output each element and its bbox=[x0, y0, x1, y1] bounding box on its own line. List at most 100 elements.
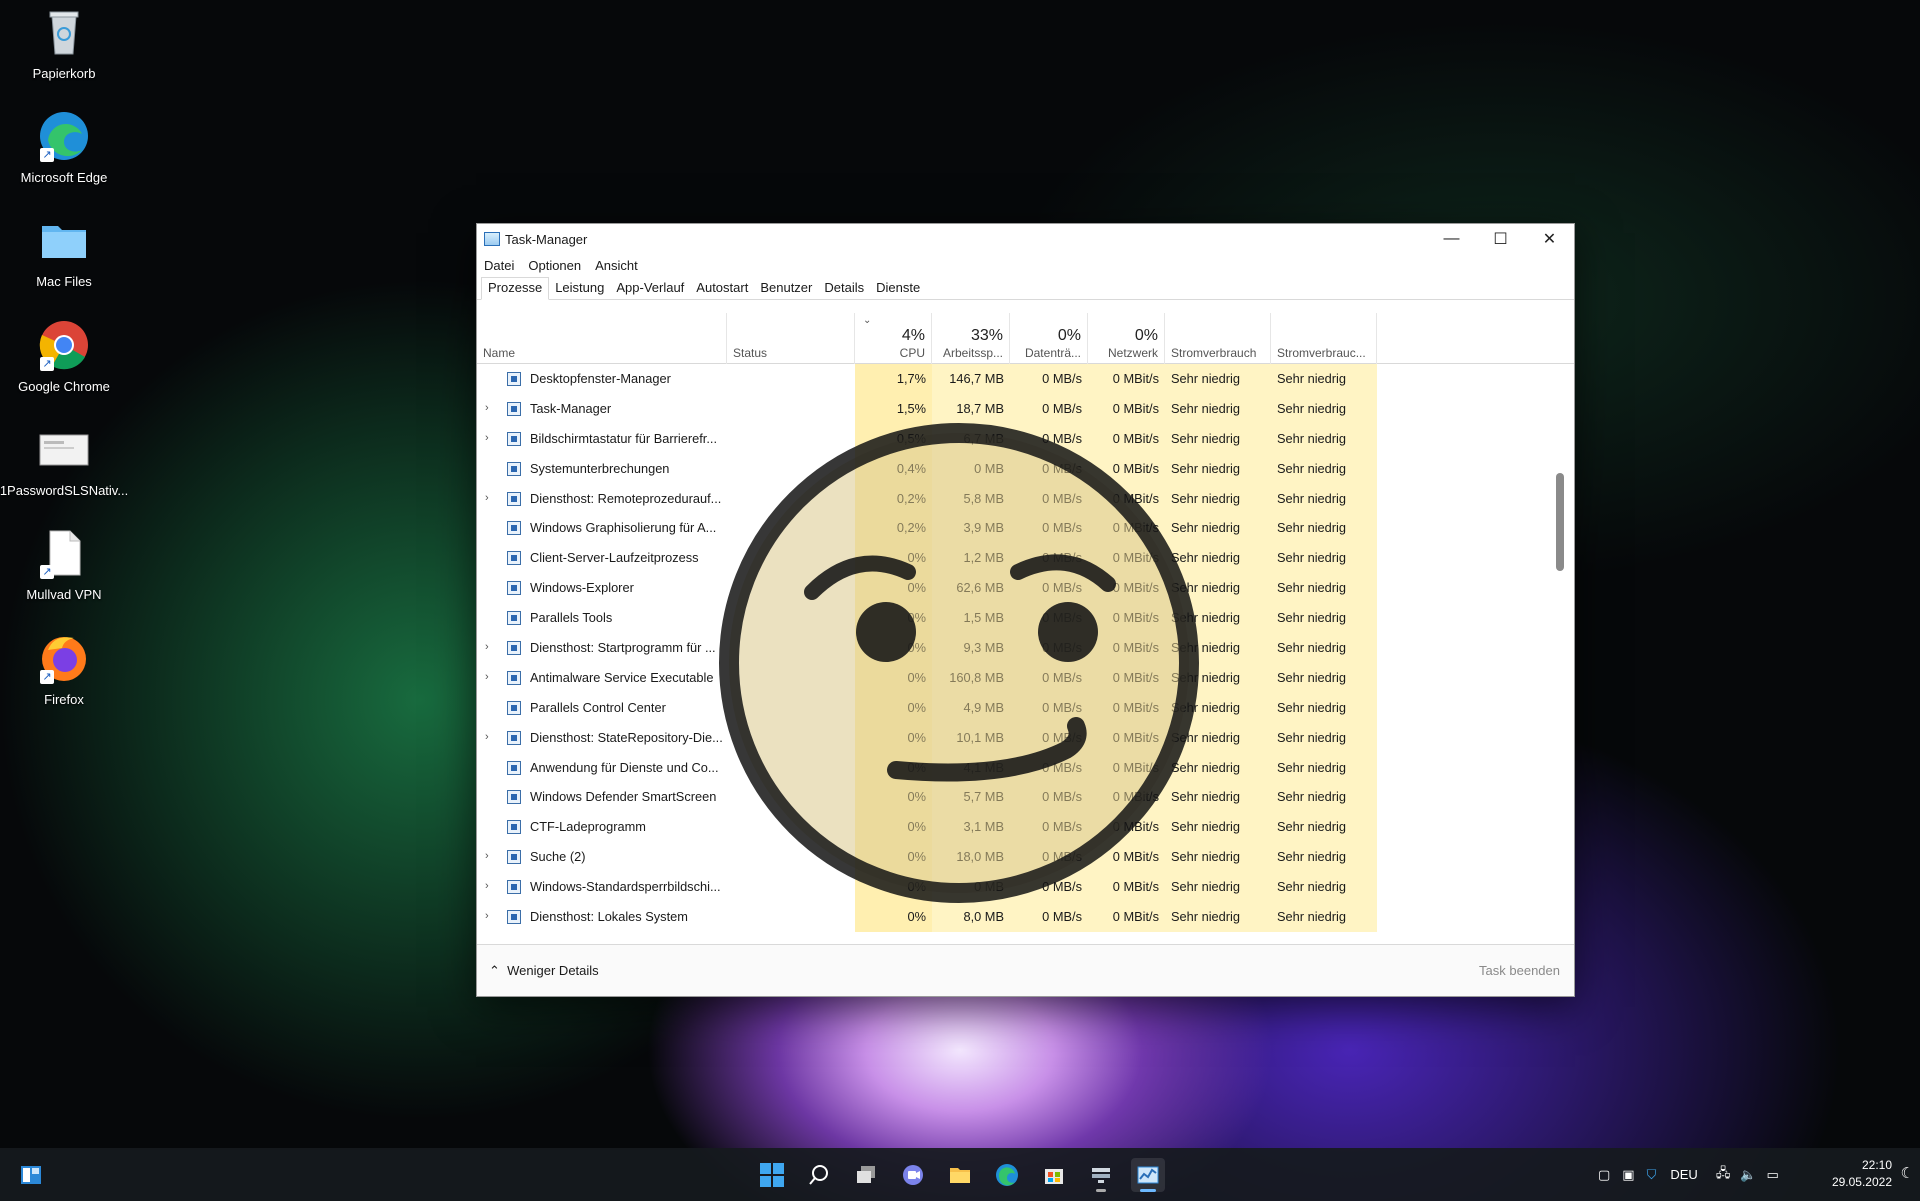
tab-prozesse[interactable]: Prozesse bbox=[481, 277, 550, 300]
column-header-power-trend[interactable]: Stromverbrauc... bbox=[1271, 313, 1377, 364]
desktop-icon-mac-files[interactable]: Mac Files bbox=[4, 208, 124, 308]
widgets-icon[interactable] bbox=[14, 1158, 48, 1192]
battery-icon[interactable]: ▭ bbox=[1767, 1167, 1779, 1183]
tab-autostart[interactable]: Autostart bbox=[690, 280, 754, 299]
menu-ansicht[interactable]: Ansicht bbox=[595, 258, 638, 273]
minimize-button[interactable]: — bbox=[1427, 224, 1476, 254]
column-header-power[interactable]: Stromverbrauch bbox=[1165, 313, 1271, 364]
expand-chevron-icon[interactable]: › bbox=[485, 902, 497, 932]
parallels-icon[interactable] bbox=[1084, 1158, 1118, 1192]
process-icon bbox=[507, 700, 521, 715]
cell-cpu: 1,7% bbox=[855, 364, 932, 394]
column-header-status[interactable]: Status bbox=[727, 313, 855, 364]
table-row[interactable]: Windows Graphisolierung für A... 0,2% 3,9 … bbox=[477, 513, 1574, 544]
tab-app-verlauf[interactable]: App-Verlauf bbox=[610, 280, 690, 299]
language-indicator[interactable]: DEU bbox=[1670, 1167, 1697, 1182]
end-task-button[interactable]: Task beenden bbox=[1479, 963, 1560, 978]
expand-chevron-icon[interactable]: › bbox=[485, 723, 497, 753]
clock[interactable]: 22:10 29.05.2022 bbox=[1832, 1157, 1892, 1191]
store-icon[interactable] bbox=[1037, 1158, 1071, 1192]
network-icon[interactable]: 🖧 bbox=[1716, 1164, 1731, 1186]
cell-power-trend: Sehr niedrig bbox=[1271, 722, 1377, 753]
cell-cpu: 0% bbox=[855, 782, 932, 813]
expand-chevron-icon[interactable]: › bbox=[485, 394, 497, 424]
cell-power: Sehr niedrig bbox=[1165, 902, 1271, 932]
task-view-icon[interactable] bbox=[849, 1158, 883, 1192]
cell-process-name: Parallels Tools bbox=[530, 610, 613, 626]
focus-moon-icon[interactable]: ☾ bbox=[1901, 1164, 1914, 1182]
cell-disk: 0 MB/s bbox=[1010, 483, 1088, 514]
table-row[interactable]: › Diensthost: Remoteprozedurauf... 0,2% 5,8… bbox=[477, 483, 1574, 514]
cell-status bbox=[727, 872, 855, 902]
table-row[interactable]: Parallels Control Center 0% 4,9 MB 0 MB/s 0 … bbox=[477, 692, 1574, 723]
tab-benutzer[interactable]: Benutzer bbox=[754, 280, 818, 299]
cell-power: Sehr niedrig bbox=[1165, 633, 1271, 663]
file-explorer-icon[interactable] bbox=[943, 1158, 977, 1192]
desktop-icon-edge[interactable]: ↗ Microsoft Edge bbox=[4, 104, 124, 204]
edge-taskbar-icon[interactable] bbox=[990, 1158, 1024, 1192]
vertical-scrollbar[interactable] bbox=[1556, 473, 1564, 571]
process-icon bbox=[507, 910, 521, 925]
process-icon bbox=[507, 641, 521, 656]
tray-window-icon[interactable]: ▣ bbox=[1622, 1167, 1634, 1183]
tab-dienste[interactable]: Dienste bbox=[870, 280, 926, 299]
desktop-icon-mullvad[interactable]: ↗ Mullvad VPN bbox=[4, 521, 124, 621]
table-row[interactable]: Windows-Explorer 0% 62,6 MB 0 MB/s 0 MBit/s S… bbox=[477, 573, 1574, 604]
table-row[interactable]: CTF-Ladeprogramm 0% 3,1 MB 0 MB/s 0 MBit/s Se… bbox=[477, 812, 1574, 843]
desktop-icon-recycle-bin[interactable]: Papierkorb bbox=[4, 0, 124, 100]
process-icon bbox=[507, 521, 521, 536]
cell-disk: 0 MB/s bbox=[1010, 752, 1088, 783]
expand-chevron-icon[interactable]: › bbox=[485, 484, 497, 514]
table-row[interactable]: › Bildschirmtastatur für Barrierefr... 0,5… bbox=[477, 423, 1574, 454]
tab-leistung[interactable]: Leistung bbox=[549, 280, 610, 299]
expand-chevron-icon[interactable]: › bbox=[485, 842, 497, 872]
menu-optionen[interactable]: Optionen bbox=[528, 258, 581, 273]
task-manager-taskbar-icon[interactable] bbox=[1131, 1158, 1165, 1192]
table-row[interactable]: Parallels Tools 0% 1,5 MB 0 MB/s 0 MBit/s Seh… bbox=[477, 603, 1574, 634]
table-row[interactable]: › Task-Manager 1,5% 18,7 MB 0 MB/s 0 MBit/s Se… bbox=[477, 393, 1574, 424]
maximize-button[interactable]: ☐ bbox=[1476, 224, 1525, 254]
table-row[interactable]: Anwendung für Dienste und Co... 0% 4,1 MB 0… bbox=[477, 752, 1574, 783]
column-header-memory[interactable]: 33% Arbeitssp... bbox=[932, 313, 1010, 364]
expand-chevron-icon[interactable]: › bbox=[485, 872, 497, 902]
close-button[interactable]: ✕ bbox=[1525, 224, 1574, 254]
cell-power-trend: Sehr niedrig bbox=[1271, 842, 1377, 873]
table-row[interactable]: Systemunterbrechungen 0,4% 0 MB 0 MB/s 0 MBi… bbox=[477, 453, 1574, 484]
menu-datei[interactable]: Datei bbox=[484, 258, 514, 273]
column-header-name[interactable]: Name bbox=[477, 313, 727, 364]
column-label-cpu: CPU bbox=[899, 346, 925, 360]
expand-chevron-icon[interactable]: › bbox=[485, 663, 497, 693]
cell-process-name: Windows Defender SmartScreen bbox=[530, 789, 717, 805]
column-header-disk[interactable]: 0% Datenträ... bbox=[1010, 313, 1088, 364]
cell-status bbox=[727, 693, 855, 723]
table-row[interactable]: › Diensthost: StateRepository-Die... 0% 10,… bbox=[477, 722, 1574, 753]
column-header-network[interactable]: 0% Netzwerk bbox=[1088, 313, 1165, 364]
table-row[interactable]: › Antimalware Service Executable 0% 160,8 M… bbox=[477, 662, 1574, 693]
cell-status bbox=[727, 603, 855, 633]
less-details-button[interactable]: ⌃ Weniger Details bbox=[489, 963, 599, 979]
table-row[interactable]: › Diensthost: Startprogramm für ... 0% 9,3 … bbox=[477, 633, 1574, 663]
chat-icon[interactable] bbox=[896, 1158, 930, 1192]
desktop-icon-1password[interactable]: 1PasswordSLSNativ... bbox=[0, 417, 128, 517]
tab-details[interactable]: Details bbox=[818, 280, 870, 299]
table-row[interactable]: Windows Defender SmartScreen 0% 5,7 MB 0 MB… bbox=[477, 782, 1574, 813]
column-label-power-trend: Stromverbrauc... bbox=[1277, 346, 1366, 360]
column-header-cpu[interactable]: ⌄ 4% CPU bbox=[855, 313, 932, 364]
expand-chevron-icon[interactable]: › bbox=[485, 424, 497, 454]
expand-chevron-icon[interactable]: › bbox=[485, 633, 497, 663]
search-icon[interactable] bbox=[802, 1158, 836, 1192]
table-row[interactable]: Client-Server-Laufzeitprozess 0% 1,2 MB 0 M… bbox=[477, 543, 1574, 574]
volume-icon[interactable]: 🔈 bbox=[1740, 1167, 1756, 1183]
start-icon[interactable] bbox=[755, 1158, 789, 1192]
desktop-icon-chrome[interactable]: ↗ Google Chrome bbox=[4, 313, 124, 413]
cell-cpu: 0% bbox=[855, 752, 932, 783]
table-row[interactable]: › Suche (2) 0% 18,0 MB 0 MB/s 0 MBit/s Sehr ni… bbox=[477, 842, 1574, 873]
desktop-icon-firefox[interactable]: ↗ Firefox bbox=[4, 626, 124, 726]
table-row[interactable]: Desktopfenster-Manager 1,7% 146,7 MB 0 MB/s… bbox=[477, 364, 1574, 394]
title-bar[interactable]: Task-Manager — ☐ ✕ bbox=[477, 224, 1574, 254]
table-row[interactable]: › Windows-Standardsperrbildschi... 0% 0 MB 0… bbox=[477, 872, 1574, 903]
tray-square-icon[interactable]: ▢ bbox=[1598, 1167, 1610, 1183]
table-row[interactable]: › Diensthost: Lokales System 0% 8,0 MB 0 MB/… bbox=[477, 902, 1574, 932]
defender-shield-icon[interactable]: ⛉ bbox=[1647, 1167, 1657, 1183]
cell-disk: 0 MB/s bbox=[1010, 812, 1088, 843]
